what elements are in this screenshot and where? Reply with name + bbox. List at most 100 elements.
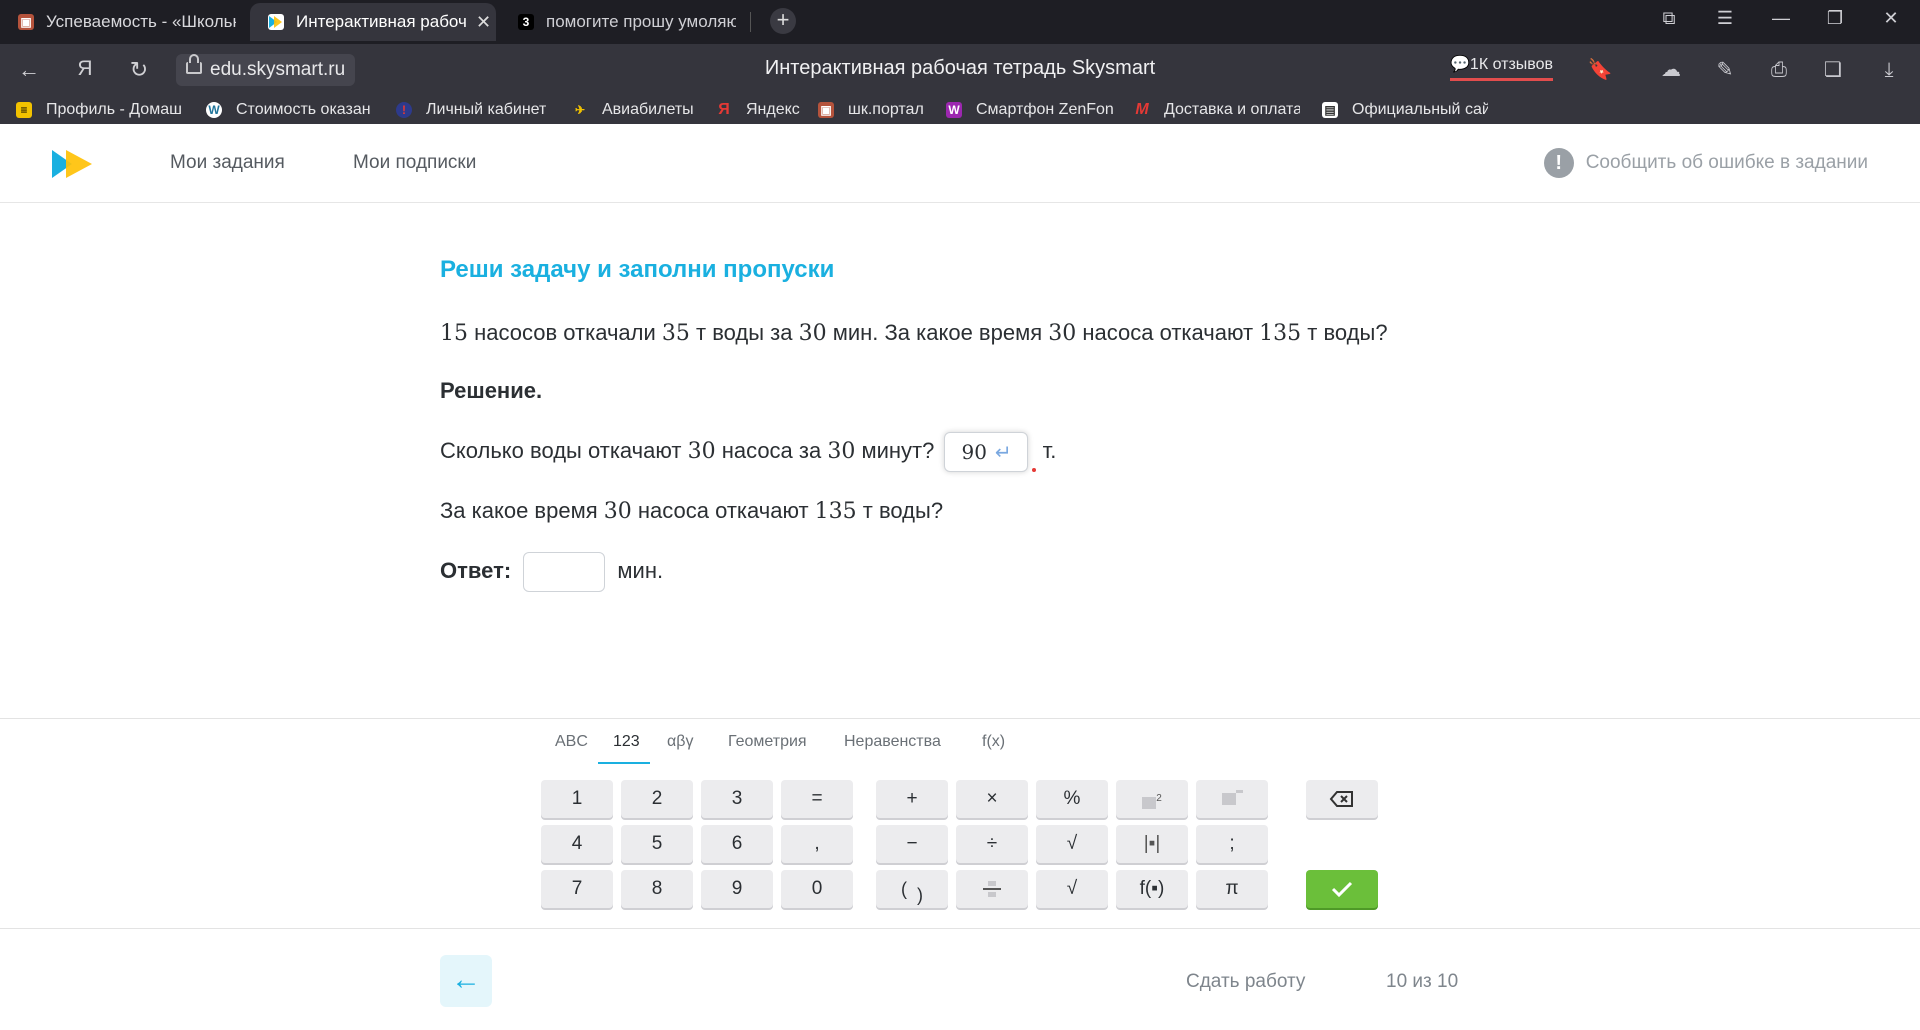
tab-abc[interactable]: ABC [555, 733, 588, 751]
close-window-icon[interactable]: ✕ [1876, 8, 1906, 29]
key-6[interactable]: 6 [701, 825, 773, 863]
task-heading: Реши задачу и заполни пропуски [440, 256, 835, 283]
error-marker [1032, 468, 1037, 472]
skysmart-logo-icon[interactable] [52, 148, 94, 180]
tab-school[interactable]: ▣ Успеваемость - «Школьн [0, 3, 246, 41]
minimize-icon[interactable]: — [1766, 8, 1796, 29]
key-submit-answer[interactable] [1306, 870, 1378, 908]
tab-geometry[interactable]: Геометрия [728, 733, 807, 751]
submit-work-button[interactable]: Сдать работу [1186, 971, 1305, 993]
pen-extension-icon[interactable]: ✎ [1712, 57, 1738, 83]
mvideo-icon: M [1135, 101, 1149, 118]
nav-my-subscriptions[interactable]: Мои подписки [353, 152, 476, 174]
keyboard-tabs: ABC 123 αβγ Геометрия Неравенства f(x) [0, 718, 1920, 766]
arrow-left-icon: ← [451, 963, 481, 996]
key-7[interactable]: 7 [541, 870, 613, 908]
bookmark-icon[interactable]: 🔖 [1587, 57, 1613, 83]
key-percent[interactable]: % [1036, 780, 1108, 818]
address-bar: ← Я ↻ edu.skysmart.ru Интерактивная рабо… [0, 44, 1920, 96]
bookmark-item[interactable]: Я Яндекс [716, 100, 800, 120]
school-portal-icon: ▣ [18, 14, 34, 30]
document-icon: ▤ [1322, 102, 1338, 118]
key-pi[interactable]: π [1196, 870, 1268, 908]
key-8[interactable]: 8 [621, 870, 693, 908]
key-function[interactable]: f(▪) [1116, 870, 1188, 908]
browser-tab-bar: ▣ Успеваемость - «Школьн Интерактивная р… [0, 0, 1920, 44]
key-power[interactable] [1196, 780, 1268, 818]
znanija-icon: 3 [518, 14, 534, 30]
answer-input-minutes[interactable] [523, 552, 606, 592]
tab-functions[interactable]: f(x) [982, 733, 1005, 751]
report-error-link[interactable]: ! Сообщить об ошибке в задании [1543, 148, 1868, 178]
key-comma[interactable]: , [781, 825, 853, 863]
tab-inequalities[interactable]: Неравенства [844, 733, 941, 751]
tab-greek[interactable]: αβγ [667, 733, 693, 751]
collections-icon[interactable]: ❏ [1820, 57, 1846, 83]
weather-icon[interactable]: ☁ [1658, 57, 1684, 83]
key-semicolon[interactable]: ; [1196, 825, 1268, 863]
answer-row: Ответ: мин. [440, 552, 663, 592]
restore-icon[interactable]: ❐ [1820, 8, 1850, 29]
key-minus[interactable]: − [876, 825, 948, 863]
bookmark-item[interactable]: M Доставка и оплата [1134, 100, 1300, 120]
chat-bubble-icon: 💬 [1450, 56, 1470, 73]
key-9[interactable]: 9 [701, 870, 773, 908]
key-4[interactable]: 4 [541, 825, 613, 863]
key-5[interactable]: 5 [621, 825, 693, 863]
key-fraction[interactable] [956, 870, 1028, 908]
key-plus[interactable]: + [876, 780, 948, 818]
problem-text: 15 насосов откачали 35 т воды за 30 мин.… [440, 320, 1388, 346]
backspace-icon [1329, 790, 1353, 807]
power-icon [1221, 792, 1236, 805]
fraction-icon [983, 880, 1001, 897]
school-portal-icon: ▣ [818, 102, 834, 118]
task-area: Реши задачу и заполни пропуски 15 насосо… [440, 256, 1440, 592]
key-nth-root[interactable]: √ [1036, 870, 1108, 908]
download-icon[interactable]: ⤓ [1876, 57, 1902, 83]
key-3[interactable]: 3 [701, 780, 773, 818]
tab-znanija[interactable]: 3 помогите прошу умоляю [500, 3, 745, 41]
skysmart-icon [268, 14, 284, 30]
key-equals[interactable]: = [781, 780, 853, 818]
cabinet-icon: ! [396, 102, 412, 118]
checkmark-icon [1331, 881, 1353, 898]
question-1: Сколько воды откачают 30 насоса за 30 ми… [440, 432, 1056, 472]
answer-input-1[interactable]: 90 ↵ [944, 432, 1029, 472]
bookmark-item[interactable]: ▤ Официальный сай [1322, 100, 1488, 120]
site-header: Мои задания Мои подписки ! Сообщить об о… [0, 124, 1920, 203]
parentheses-icon: () [901, 879, 923, 905]
bookmark-item[interactable]: ≡ Профиль - Домаш [16, 100, 182, 120]
bookmark-item[interactable]: ✈ Авиабилеты [572, 100, 694, 120]
key-times[interactable]: × [956, 780, 1028, 818]
key-divide[interactable]: ÷ [956, 825, 1028, 863]
tab-skysmart[interactable]: Интерактивная рабоча ✕ [250, 3, 496, 41]
key-parentheses[interactable]: () [876, 870, 948, 908]
tab-separator [750, 12, 751, 32]
close-tab-icon[interactable]: ✕ [476, 12, 491, 33]
nav-my-tasks[interactable]: Мои задания [170, 152, 285, 174]
key-square[interactable]: 2 [1116, 780, 1188, 818]
task-counter: 10 из 10 [1386, 971, 1459, 992]
tab-123[interactable]: 123 [613, 733, 640, 751]
new-tab-button[interactable]: + [770, 8, 796, 34]
enter-icon[interactable]: ↵ [995, 442, 1012, 464]
tabs-list-icon[interactable]: ⧉ [1654, 8, 1684, 29]
bookmark-item[interactable]: ! Личный кабинет [396, 100, 546, 120]
key-backspace[interactable] [1306, 780, 1378, 818]
menu-icon[interactable]: ☰ [1710, 8, 1740, 29]
key-1[interactable]: 1 [541, 780, 613, 818]
key-sqrt[interactable]: √ [1036, 825, 1108, 863]
bookmark-item[interactable]: W Стоимость оказан [206, 100, 371, 120]
reviews-button[interactable]: 💬1К отзывов [1450, 54, 1554, 81]
math-keyboard: 1 2 3 = 4 5 6 , 7 8 9 0 + × % 2 − ÷ √ |▪… [0, 764, 1920, 929]
key-abs[interactable]: |▪| [1116, 825, 1188, 863]
key-2[interactable]: 2 [621, 780, 693, 818]
key-0[interactable]: 0 [781, 870, 853, 908]
back-arrow-button[interactable]: ← [440, 955, 492, 1007]
exclamation-icon: ! [1543, 148, 1574, 178]
solution-label: Решение. [440, 378, 543, 403]
wildberries-icon: W [946, 102, 962, 118]
print-extension-icon[interactable]: ⎙ [1766, 57, 1792, 83]
bookmark-item[interactable]: W Смартфон ZenFon [946, 100, 1114, 120]
bookmark-item[interactable]: ▣ шк.портал [818, 100, 924, 120]
